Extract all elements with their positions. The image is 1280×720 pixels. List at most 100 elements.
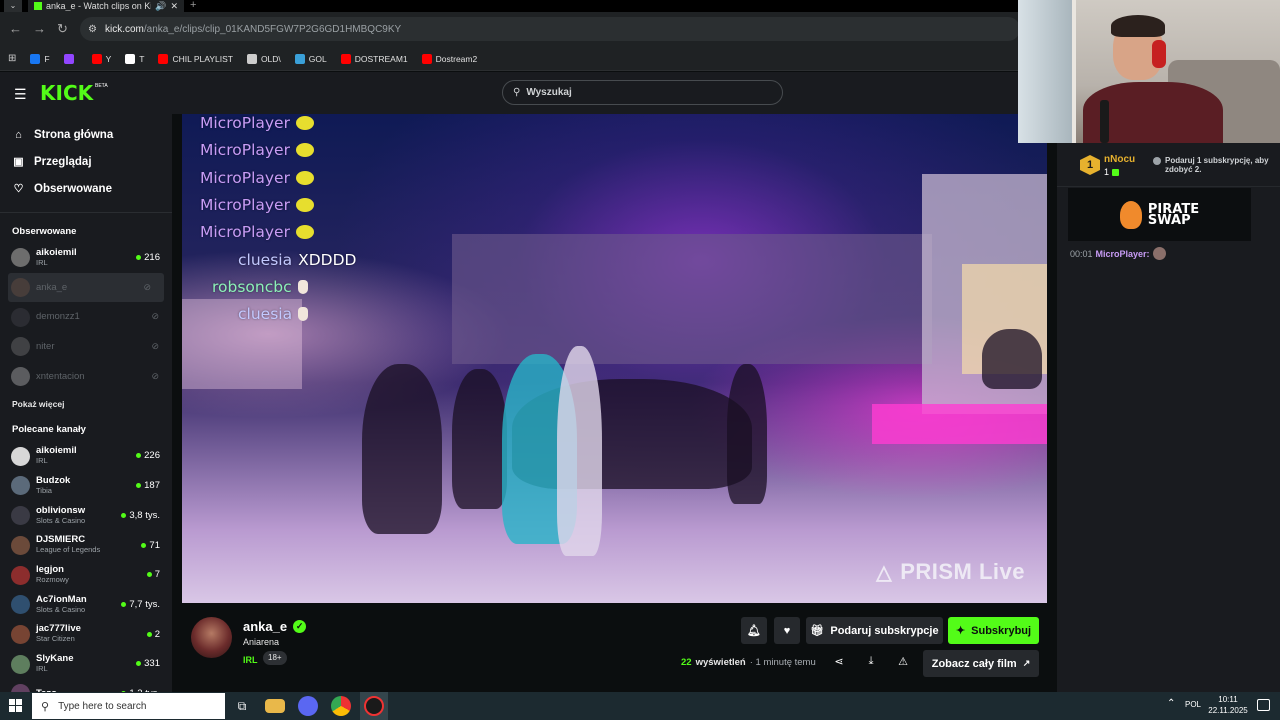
channel-item[interactable]: legjon Rozmowy 7: [0, 560, 172, 590]
age-badge: 18+: [263, 651, 287, 665]
tray-chevron-icon[interactable]: ⌃: [1167, 698, 1175, 709]
goal-info-icon: [1153, 157, 1161, 165]
channel-item[interactable]: Tazo1,2 tys.: [0, 679, 172, 692]
bookmark-item[interactable]: [63, 53, 78, 64]
channel-text: jac777live Star Citizen: [36, 624, 81, 644]
viewer-count: 71: [141, 540, 160, 551]
channel-item[interactable]: demonzz1 ⊘: [0, 302, 172, 332]
stream-title: Aniarena: [243, 637, 280, 647]
overlay-chat-user: robsoncbc: [212, 277, 292, 296]
download-button[interactable]: ⤓: [860, 650, 882, 672]
channel-item[interactable]: SlyKane IRL 331: [0, 649, 172, 679]
channel-item[interactable]: niter ⊘: [0, 332, 172, 362]
bookmark-item[interactable]: OLD\: [246, 53, 281, 64]
channel-item[interactable]: DJSMIERC League of Legends 71: [0, 531, 172, 561]
kick-logo[interactable]: KICK: [40, 81, 93, 105]
bookmark-label: DOSTREAM1: [354, 53, 408, 64]
language-indicator[interactable]: POL: [1185, 700, 1201, 709]
notifications-button[interactable]: 🔔︎: [741, 617, 767, 644]
chat-message-user[interactable]: MicroPlayer:: [1096, 249, 1150, 259]
windows-taskbar: ⚲ ⧉ ⌃ POL 10:11 22.11.2025: [0, 692, 1280, 720]
reload-button[interactable]: ↻: [57, 21, 68, 37]
overlay-chat-line: MicroPlayer: [200, 223, 314, 241]
clock-time: 10:11: [1218, 695, 1238, 704]
bookmark-icon: [246, 53, 257, 64]
chrome-icon[interactable]: [331, 696, 351, 716]
search-input[interactable]: [526, 87, 757, 98]
channel-item[interactable]: anka_e ⊘: [8, 272, 164, 303]
windows-start-icon[interactable]: [9, 699, 22, 712]
bookmark-item[interactable]: DOSTREAM1: [340, 53, 408, 64]
site-info-icon[interactable]: ⚙: [88, 24, 97, 35]
sidebar-nav-item[interactable]: ⌂ Strona główna: [0, 121, 172, 148]
bookmark-item[interactable]: T: [125, 53, 144, 64]
channel-item[interactable]: jac777live Star Citizen 2: [0, 620, 172, 650]
heart-icon: ♥: [783, 624, 791, 637]
system-clock[interactable]: 10:11 22.11.2025: [1205, 694, 1251, 716]
channel-item[interactable]: aikoiemil IRL 216: [0, 243, 172, 273]
sidebar-nav-item[interactable]: ♡ Obserwowane: [0, 175, 172, 202]
audio-icon[interactable]: 🔊: [155, 1, 166, 12]
channel-item[interactable]: Budzok Tibia 187: [0, 471, 172, 501]
notification-icon[interactable]: [1257, 699, 1270, 711]
bookmark-item[interactable]: Y: [91, 53, 111, 64]
overlay-chat-user: cluesia: [238, 305, 293, 324]
report-button[interactable]: ⚠: [892, 650, 914, 672]
file-explorer-icon[interactable]: [265, 699, 285, 713]
channel-text: aikoiemil IRL: [36, 446, 77, 466]
streamer-name[interactable]: anka_e: [243, 619, 287, 634]
bookmark-item[interactable]: CHIL PLAYLIST: [158, 53, 233, 64]
channel-item[interactable]: aikoiemil IRL 226: [0, 441, 172, 471]
bookmark-item[interactable]: GOL: [294, 53, 327, 64]
search-icon: ⚲: [41, 700, 50, 713]
menu-icon[interactable]: ☰: [14, 86, 27, 103]
task-view-icon[interactable]: ⧉: [232, 696, 252, 716]
clock-date: 22.11.2025: [1208, 706, 1248, 715]
close-tab-icon[interactable]: ✕: [170, 1, 178, 12]
channel-avatar: [11, 367, 30, 387]
url-host: kick.com: [104, 23, 144, 35]
ad-text: PIRATE SWAP: [1148, 203, 1199, 227]
bookmark-icon: [63, 53, 74, 64]
taskbar-search[interactable]: ⚲: [32, 693, 225, 719]
apps-icon[interactable]: ⊞: [8, 53, 16, 64]
sidebar-nav-label: Strona główna: [34, 128, 114, 141]
back-button[interactable]: ←: [9, 21, 22, 36]
share-button[interactable]: ⋖: [828, 650, 850, 672]
subscribe-button[interactable]: ✦ Subskrybuj: [948, 617, 1039, 644]
discord-icon[interactable]: [298, 696, 318, 716]
browser-tab-bar: ⌄ anka_e - Watch clips on Kick 🔊 ✕ +: [0, 0, 1018, 12]
channel-name: aikoiemil: [36, 445, 77, 457]
channel-item[interactable]: oblivionsw Slots & Casino 3,8 tys.: [0, 501, 172, 531]
obs-icon[interactable]: [364, 696, 384, 716]
streamer-avatar[interactable]: [191, 617, 232, 658]
watch-full-video-button[interactable]: Zobacz cały film ↗: [923, 650, 1039, 677]
overlay-chat-user: MicroPlayer: [200, 141, 290, 160]
bookmark-item[interactable]: Dostream2: [421, 53, 477, 64]
category-tag[interactable]: IRL: [243, 655, 258, 665]
channel-item[interactable]: Ac7ionMan Slots & Casino 7,7 tys.: [0, 590, 172, 620]
gift-subs-button[interactable]: 🎁︎ Podaruj subskrypcje: [806, 617, 943, 644]
bookmark-item[interactable]: F: [30, 53, 50, 64]
bookmark-icon: [340, 53, 351, 64]
browser-tab[interactable]: anka_e - Watch clips on Kick 🔊 ✕: [28, 0, 184, 12]
channel-item[interactable]: xntentacion ⊘: [0, 362, 172, 392]
taskbar-search-input[interactable]: [58, 700, 209, 712]
live-dot-icon: [136, 661, 142, 667]
pirate-swap-ad[interactable]: PIRATE SWAP: [1068, 188, 1251, 241]
channel-avatar: [11, 278, 30, 298]
address-bar[interactable]: ⚙ kick.com/anka_e/clips/clip_01KAND5FGW7…: [80, 17, 1020, 41]
video-player[interactable]: MicroPlayer MicroPlayer MicroPlayer MicroPl…: [182, 114, 1047, 603]
search-box[interactable]: ⚲: [502, 80, 783, 105]
follow-button[interactable]: ♥: [774, 617, 800, 644]
viewer-count: 187: [136, 480, 160, 491]
sidebar-nav-item[interactable]: ▣ Przeglądaj: [0, 148, 172, 175]
tab-list-button[interactable]: ⌄: [4, 0, 22, 12]
sidebar-nav-label: Obserwowane: [34, 182, 112, 195]
forward-button[interactable]: →: [33, 21, 46, 36]
new-tab-button[interactable]: +: [190, 0, 196, 11]
cam-microphone: [1100, 100, 1109, 143]
viewer-count: 7: [146, 569, 160, 580]
sub-goal-banner[interactable]: 1 nNocu 1 Podaruj 1 subskrypcję, aby zdo…: [1057, 143, 1280, 187]
show-more-link[interactable]: Pokaż więcej: [0, 391, 172, 419]
